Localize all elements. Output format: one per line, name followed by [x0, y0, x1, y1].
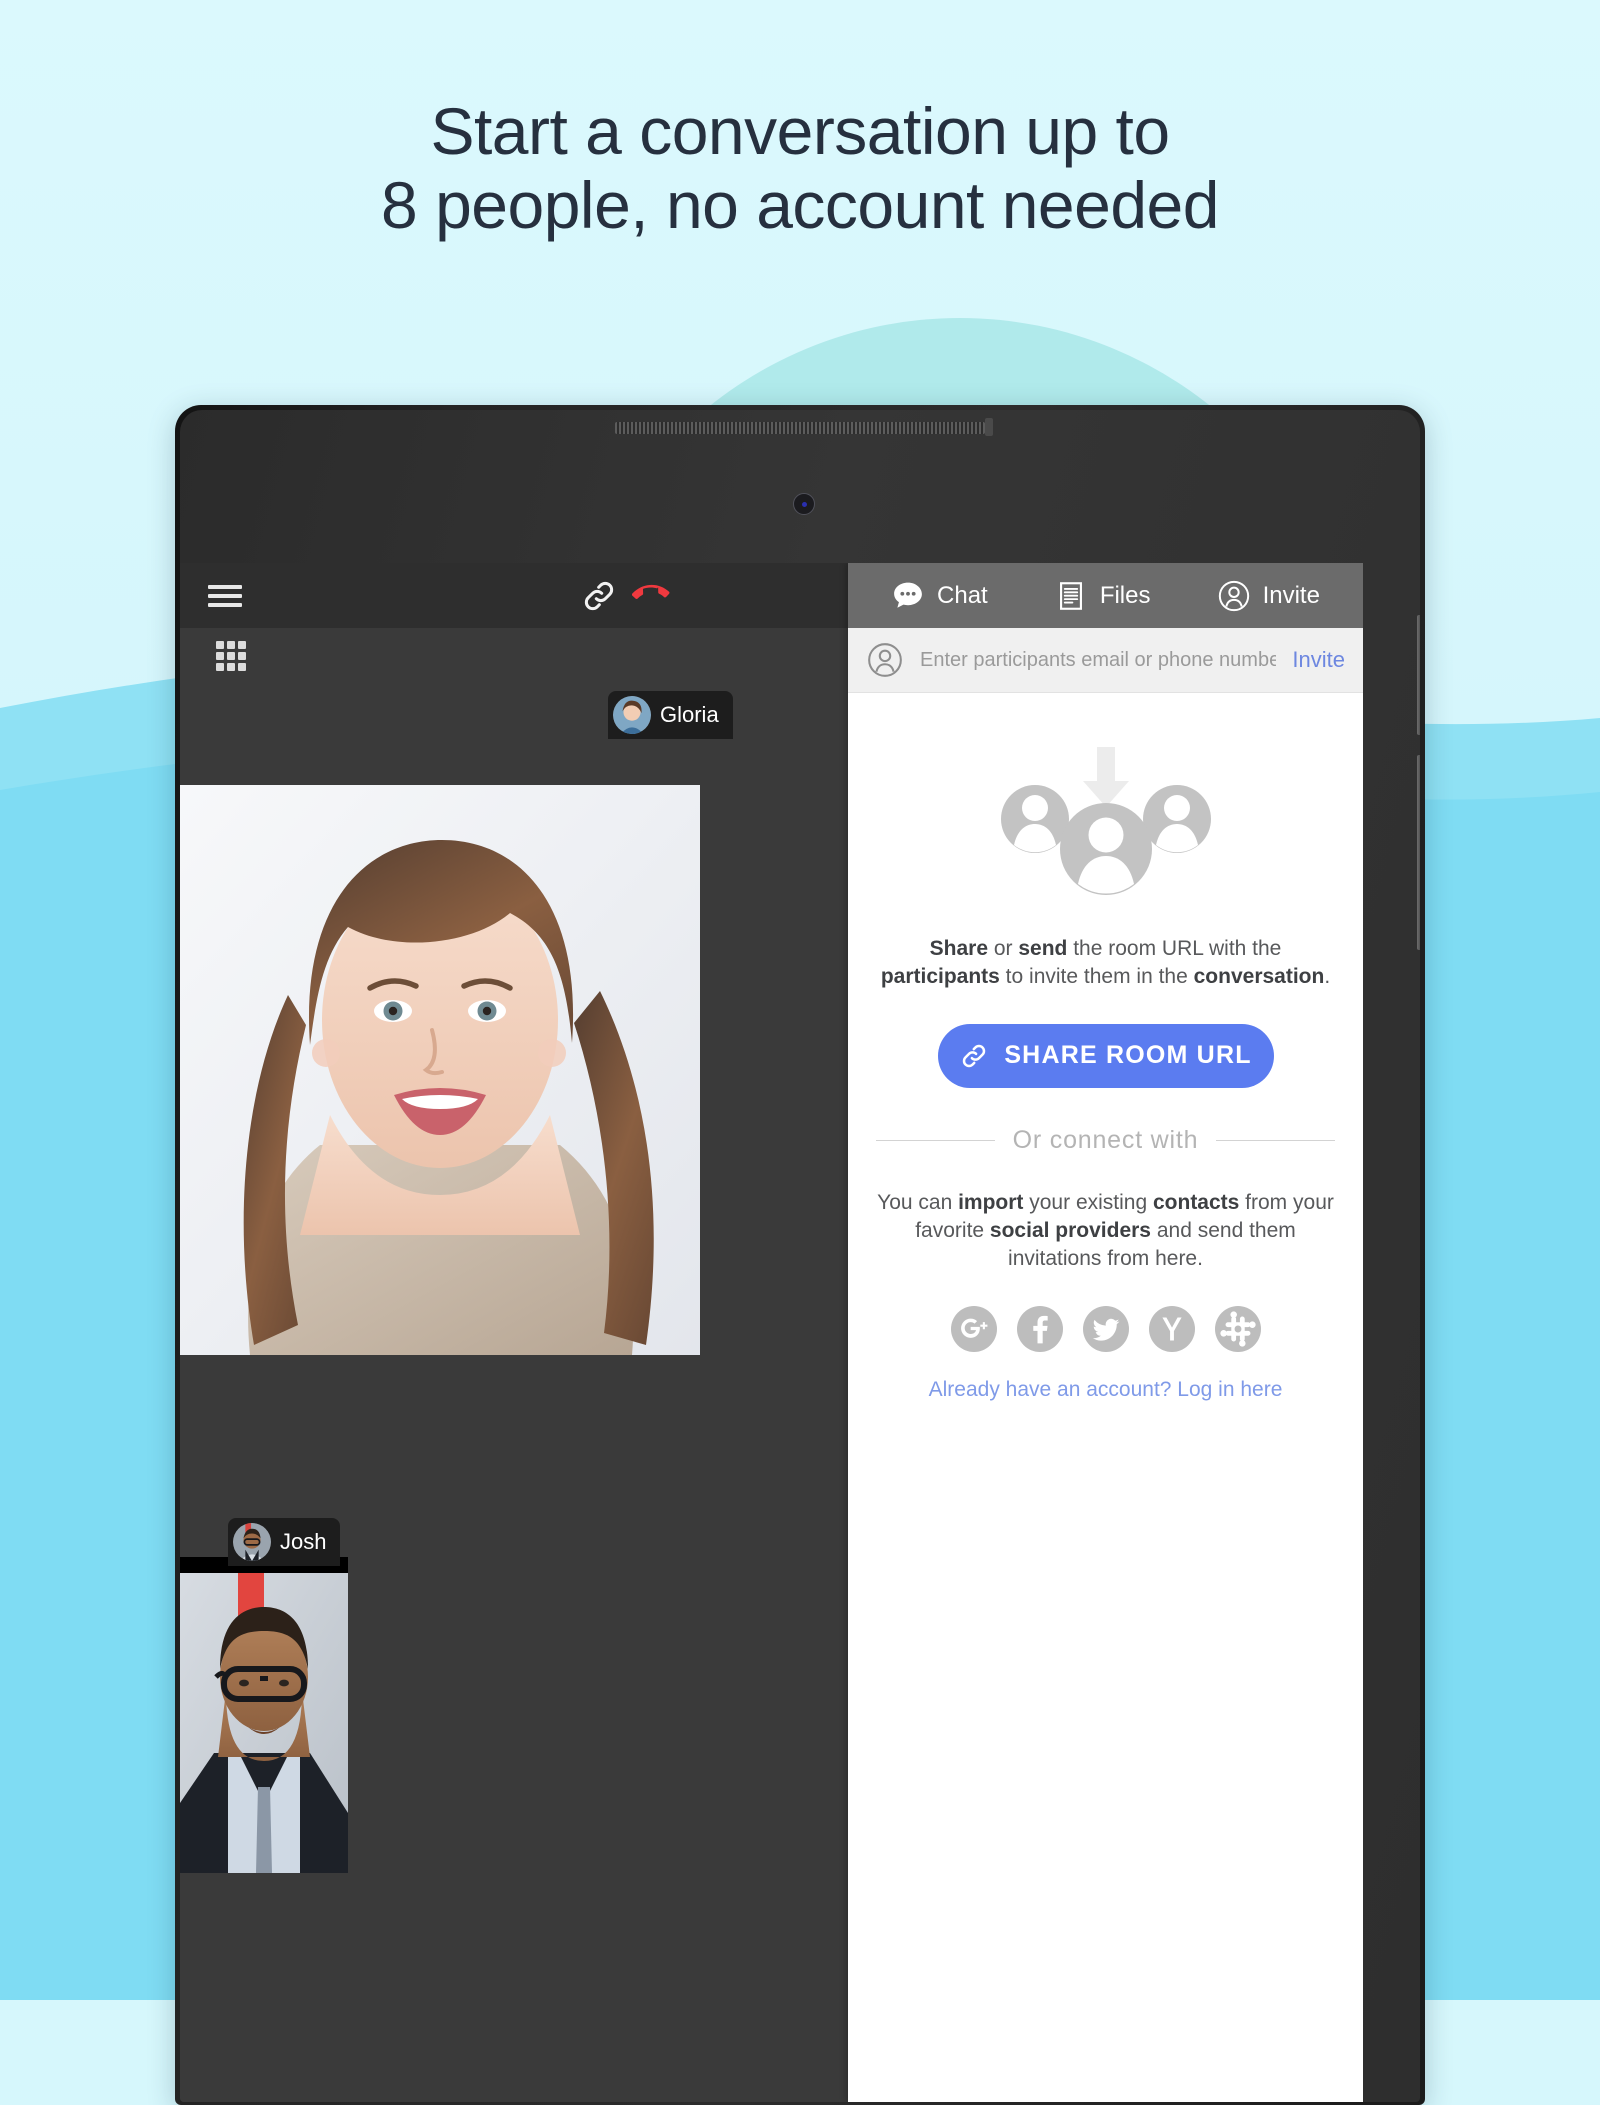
side-panel: Chat Files Invite Enter participants ema… — [848, 563, 1363, 2102]
share-text-2: or — [988, 937, 1019, 960]
share-text-4: the room URL with the — [1067, 937, 1282, 960]
twitter-icon[interactable] — [1082, 1305, 1129, 1352]
speaker-grille-cap — [985, 418, 993, 436]
video-tile-josh[interactable] — [180, 1573, 348, 1873]
hangup-phone-icon[interactable] — [631, 577, 670, 620]
invite-input-row: Invite — [848, 628, 1363, 693]
headline-line-2: 8 people, no account needed — [381, 167, 1219, 242]
divider-label: Or connect with — [1012, 1125, 1199, 1154]
panel-tab-bar: Chat Files Invite — [848, 563, 1363, 628]
import-contacts-illustration — [991, 745, 1221, 905]
participant-name: Gloria — [660, 702, 719, 727]
person-circle-icon — [866, 641, 904, 679]
yandex-icon[interactable] — [1148, 1305, 1195, 1352]
link-chain-icon — [959, 1041, 989, 1071]
connect-word-import: import — [958, 1190, 1024, 1214]
avatar — [233, 1523, 271, 1561]
share-text-6: to invite them in the — [999, 965, 1194, 989]
share-button-label: SHARE ROOM URL — [1004, 1041, 1252, 1070]
avatar — [613, 696, 651, 734]
invite-panel-body: Share or send the room URL with the part… — [848, 693, 1363, 1402]
tab-label: Invite — [1262, 581, 1320, 609]
chat-bubble-icon — [891, 579, 925, 613]
share-word-send: send — [1018, 937, 1068, 960]
divider-line-left — [876, 1139, 995, 1141]
page-headline: Start a conversation up to 8 people, no … — [0, 94, 1600, 243]
speaker-grille — [615, 422, 985, 434]
participant-email-input[interactable] — [920, 648, 1277, 672]
social-provider-row — [870, 1305, 1341, 1352]
link-chain-icon[interactable] — [580, 577, 618, 620]
call-toolbar — [180, 563, 848, 628]
front-camera-icon — [793, 493, 815, 515]
tablet-device-frame: Gloria Josh Chat Files Invite Enter part… — [175, 405, 1425, 2105]
hamburger-menu-icon[interactable] — [208, 585, 242, 607]
or-connect-divider: Or connect with — [876, 1126, 1335, 1155]
tab-chat[interactable]: Chat — [891, 579, 988, 613]
connect-word-contacts: contacts — [1152, 1190, 1240, 1214]
device-screen: Gloria Josh Chat Files Invite Enter part… — [180, 563, 1363, 2102]
video-tile-gloria[interactable] — [180, 785, 700, 1355]
person-circle-icon — [1217, 579, 1251, 613]
tab-label: Chat — [937, 581, 988, 609]
tab-invite[interactable]: Invite — [1217, 579, 1320, 613]
share-word-share: Share — [929, 937, 989, 960]
divider-line-right — [1216, 1139, 1335, 1141]
tab-label: Files — [1099, 581, 1151, 609]
participant-name: Josh — [280, 1529, 327, 1554]
share-word-participants: participants — [880, 965, 1000, 989]
headline-line-1: Start a conversation up to — [430, 94, 1170, 168]
import-contacts-description: You can import your existing contacts fr… — [870, 1189, 1341, 1274]
video-call-stage: Gloria Josh — [180, 563, 848, 2102]
share-word-conversation: conversation — [1193, 965, 1325, 989]
tablet-bezel: Gloria Josh Chat Files Invite Enter part… — [180, 410, 1420, 2102]
share-text-8: . — [1324, 965, 1331, 989]
files-document-icon — [1054, 579, 1088, 613]
login-link[interactable]: Already have an account? Log in here — [929, 1378, 1283, 1402]
share-room-url-button[interactable]: SHARE ROOM URL — [937, 1023, 1274, 1088]
name-tag-gloria: Gloria — [608, 691, 733, 739]
facebook-icon[interactable] — [1016, 1305, 1063, 1352]
connect-text-3: your existing — [1023, 1190, 1153, 1214]
invite-submit-link[interactable]: Invite — [1292, 647, 1345, 673]
share-description: Share or send the room URL with the part… — [870, 935, 1341, 992]
connect-text-1: You can — [877, 1190, 959, 1214]
grid-layout-icon[interactable] — [216, 641, 246, 671]
tab-files[interactable]: Files — [1054, 579, 1151, 613]
name-tag-josh: Josh — [228, 1518, 341, 1566]
connect-word-social-providers: social providers — [989, 1219, 1151, 1243]
slack-hash-icon[interactable] — [1214, 1305, 1261, 1352]
power-button[interactable] — [1417, 755, 1420, 950]
google-plus-icon[interactable] — [950, 1305, 997, 1352]
volume-button[interactable] — [1417, 615, 1420, 735]
